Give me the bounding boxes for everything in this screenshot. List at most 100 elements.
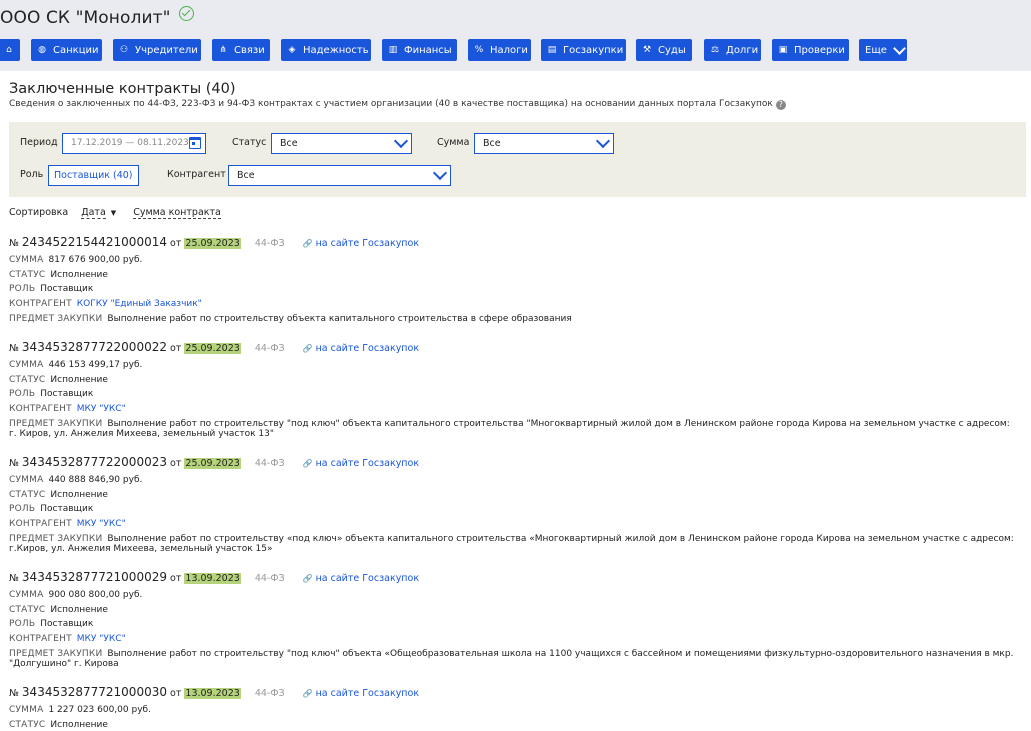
role-row: Роль Поставщик <box>9 387 1019 402</box>
nav-connections-button[interactable]: ⋔ Связи <box>212 39 270 61</box>
link-icon: 🔗 <box>302 344 313 353</box>
chart-icon: ▥ <box>388 45 398 55</box>
section-subtitle: Сведения о заключенных по 44-ФЗ, 223-ФЗ … <box>9 99 786 110</box>
field-label: Предмет закупки <box>9 648 103 659</box>
filters-panel: Период 17.12.2019 — 08.11.2023 Статус Вс… <box>9 122 1026 197</box>
contract-number[interactable]: 3434532877721000030 <box>22 685 167 699</box>
sum-value: 900 080 800,00 руб. <box>48 590 143 600</box>
help-icon[interactable]: ? <box>775 100 786 110</box>
field-label: Статус <box>9 269 46 280</box>
status-value: Исполнение <box>50 719 108 730</box>
contract-number[interactable]: 3434532877721000029 <box>22 570 167 584</box>
nav-courts-button[interactable]: ⚒ Суды <box>636 39 692 61</box>
status-value: Исполнение <box>50 269 108 280</box>
nav-label: Налоги <box>490 44 528 56</box>
nav-debts-button[interactable]: ⚖ Долги <box>704 39 761 61</box>
procurement-site-link[interactable]: 🔗 на сайте Госзакупок <box>303 573 419 584</box>
counterparty-select[interactable]: Все <box>228 165 451 186</box>
status-value: Исполнение <box>50 604 108 615</box>
link-icon: 🔗 <box>302 574 313 583</box>
procurement-site-link[interactable]: 🔗 на сайте Госзакупок <box>303 238 419 249</box>
nav-founders-button[interactable]: ⚇ Учредители <box>113 39 201 61</box>
org-title: ООО СК "Монолит" <box>0 6 194 28</box>
field-label: Контрагент <box>9 519 72 530</box>
sum-select[interactable]: Все <box>474 133 614 154</box>
calendar-icon[interactable] <box>189 137 201 149</box>
nav-label: Санкции <box>53 44 99 56</box>
role-value: Поставщик <box>40 284 94 295</box>
counterparty-link[interactable]: МКУ "УКС" <box>77 634 126 644</box>
nav-sanctions-button[interactable]: ◍ Санкции <box>31 39 102 61</box>
field-label: Предмет закупки <box>9 418 103 429</box>
law-badge: 44-ФЗ <box>254 688 285 699</box>
contract-date: 25.09.2023 <box>184 458 241 469</box>
sum-row: Сумма 446 153 499,17 руб. <box>9 358 1019 373</box>
num-prefix: № <box>9 688 19 699</box>
contract-header: № 3434532877721000030 от 13.09.2023 44-ФЗ… <box>9 685 1019 699</box>
counterparty-label: Контрагент <box>167 169 226 180</box>
status-select[interactable]: Все <box>271 133 412 154</box>
field-label: Статус <box>9 374 46 385</box>
nav-reliability-button[interactable]: ◈ Надежность <box>281 39 371 61</box>
sum-row: Сумма 817 676 900,00 руб. <box>9 253 1019 268</box>
contract-number[interactable]: 3434532877722000022 <box>22 340 167 354</box>
sort-bar: Сортировка Дата ▼ Сумма контракта <box>9 207 221 219</box>
contract-header: № 3434532877721000029 от 13.09.2023 44-ФЗ… <box>9 570 1019 584</box>
sort-by-date[interactable]: Дата <box>81 207 106 219</box>
sort-arrow-icon: ▼ <box>110 209 117 217</box>
field-label: Контрагент <box>9 634 72 645</box>
counterparty-link[interactable]: МКУ "УКС" <box>77 519 126 529</box>
subject-row: Предмет закупки Выполнение работ по строи… <box>9 312 1019 327</box>
procurement-site-link[interactable]: 🔗 на сайте Госзакупок <box>303 688 419 699</box>
contract-number[interactable]: 3434532877722000023 <box>22 455 167 469</box>
field-label: Сумма <box>9 255 44 265</box>
law-badge: 44-ФЗ <box>254 238 285 249</box>
nav-home-button[interactable]: ⌂ <box>0 39 20 61</box>
field-label: Статус <box>9 604 46 615</box>
nav-finance-button[interactable]: ▥ Финансы <box>382 39 457 61</box>
chevron-down-icon <box>893 41 906 55</box>
counterparty-link[interactable]: МКУ "УКС" <box>77 404 126 414</box>
connections-icon: ⋔ <box>219 45 227 55</box>
sum-label: Сумма <box>437 137 470 148</box>
role-row: Роль Поставщик <box>9 282 1019 297</box>
sum-value: 446 153 499,17 руб. <box>48 360 143 370</box>
procurement-site-link[interactable]: 🔗 на сайте Госзакупок <box>303 458 419 469</box>
field-label: Предмет закупки <box>9 313 103 324</box>
subject-value: Выполнение работ по строительству объект… <box>107 313 572 324</box>
subtitle-text: Сведения о заключенных по 44-ФЗ, 223-ФЗ … <box>9 99 773 109</box>
field-label: Контрагент <box>9 404 72 415</box>
role-row: Роль Поставщик <box>9 502 1019 517</box>
counterparty-link[interactable]: КОГКУ "Единый Заказчик" <box>77 299 202 309</box>
status-row: Статус Исполнение <box>9 373 1019 388</box>
nav-taxes-button[interactable]: % Налоги <box>468 39 531 61</box>
from-label: от <box>170 343 182 354</box>
chevron-down-icon <box>432 165 448 181</box>
section-title: Заключенные контракты (40) <box>9 81 236 97</box>
checklist-icon: ▣ <box>778 45 788 55</box>
nav-procurement-button[interactable]: ▤ Госзакупки <box>541 39 626 61</box>
sort-by-sum[interactable]: Сумма контракта <box>133 207 221 219</box>
sum-value: 440 888 846,90 руб. <box>48 475 143 485</box>
contract-date: 13.09.2023 <box>184 573 241 584</box>
contract-item: № 3434532877721000029 от 13.09.2023 44-ФЗ… <box>9 570 1019 669</box>
chevron-down-icon <box>595 133 611 149</box>
status-label: Статус <box>232 137 267 148</box>
header: ООО СК "Монолит" ⌂ ◍ Санкции ⚇ Учредители … <box>0 0 1031 71</box>
status-row: Статус Исполнение <box>9 603 1019 618</box>
subject-row: Предмет закупки Выполнение работ по строи… <box>9 647 1019 669</box>
period-input[interactable]: 17.12.2019 — 08.11.2023 <box>62 133 206 154</box>
nav-inspections-button[interactable]: ▣ Проверки <box>772 39 849 61</box>
contract-number[interactable]: 2434522154421000014 <box>22 235 167 249</box>
from-label: от <box>170 573 182 584</box>
role-chip[interactable]: Поставщик (40) <box>48 165 139 186</box>
nav-label: Надежность <box>303 44 369 56</box>
nav-more-button[interactable]: Еще <box>859 39 907 61</box>
link-text: на сайте Госзакупок <box>315 458 420 469</box>
period-value: 17.12.2019 — 08.11.2023 <box>71 138 189 148</box>
contract-date: 13.09.2023 <box>184 688 241 699</box>
procurement-site-link[interactable]: 🔗 на сайте Госзакупок <box>303 343 419 354</box>
scales-icon: ⚖ <box>710 45 720 55</box>
num-prefix: № <box>9 238 19 249</box>
contract-item: № 3434532877722000023 от 25.09.2023 44-ФЗ… <box>9 455 1019 554</box>
